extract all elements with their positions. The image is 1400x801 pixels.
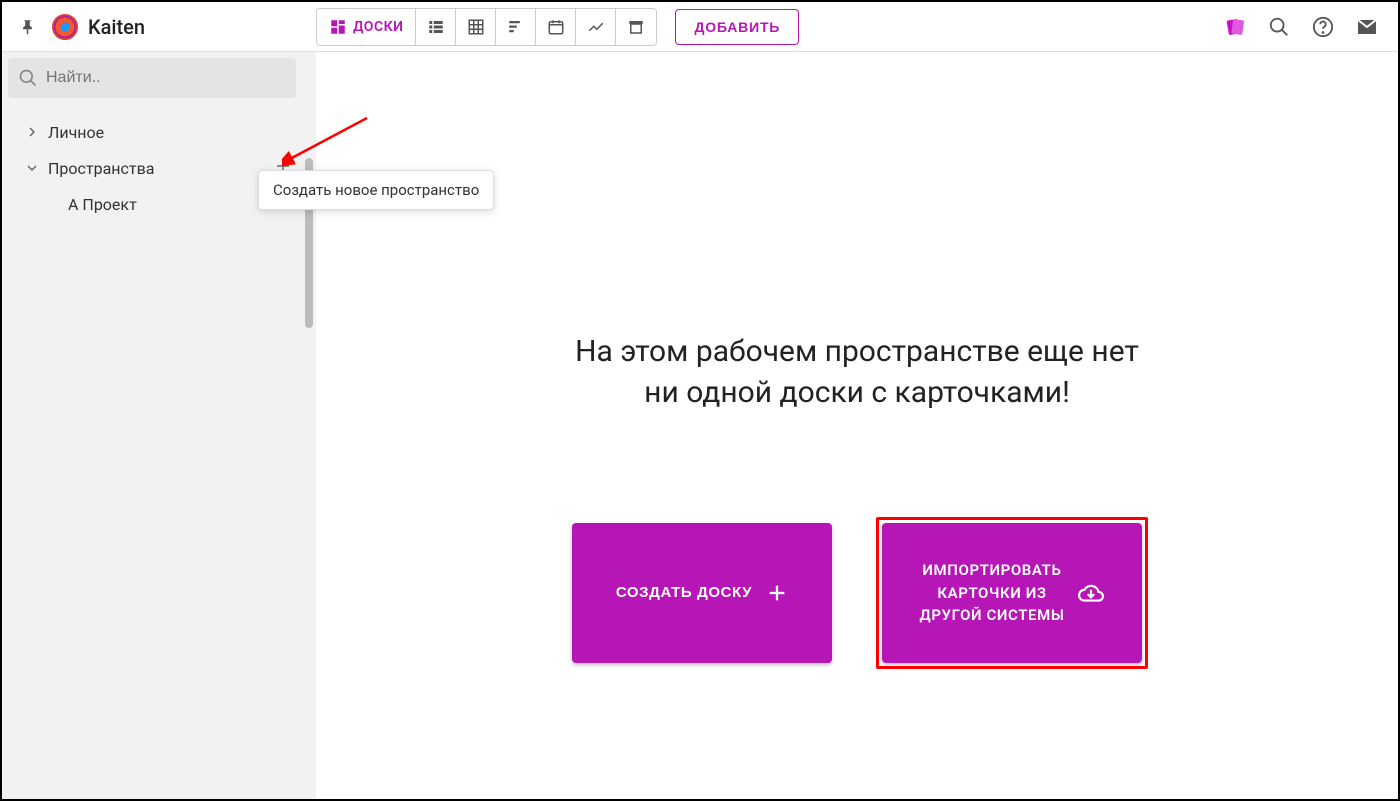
import-cards-label: ИМПОРТИРОВАТЬ КАРТОЧКИ ИЗ ДРУГОЙ СИСТЕМЫ <box>920 559 1065 627</box>
create-board-label: СОЗДАТЬ ДОСКУ <box>616 582 752 605</box>
sidebar-nav: Личное Пространства А Проект <box>2 104 302 222</box>
chevron-down-icon <box>22 162 42 174</box>
view-grid[interactable] <box>456 9 496 45</box>
view-list[interactable] <box>416 9 456 45</box>
logo-icon[interactable] <box>52 14 78 40</box>
sidebar-item-label: Пространства <box>48 159 274 178</box>
main-content: На этом рабочем пространстве еще нет ни … <box>316 52 1398 799</box>
import-cards-button[interactable]: ИМПОРТИРОВАТЬ КАРТОЧКИ ИЗ ДРУГОЙ СИСТЕМЫ <box>882 523 1142 663</box>
view-timeline[interactable] <box>576 9 616 45</box>
cloud-download-icon <box>1078 580 1104 606</box>
sidebar: Личное Пространства А Проект <box>2 52 302 799</box>
sidebar-scrollbar[interactable] <box>302 52 316 799</box>
view-archive[interactable] <box>616 9 656 45</box>
body: Личное Пространства А Проект <box>2 52 1398 799</box>
sidebar-item-label: Личное <box>48 123 292 142</box>
cards-icon[interactable] <box>1222 14 1248 40</box>
topbar-center: ДОСКИ <box>302 8 1222 46</box>
empty-state-actions: СОЗДАТЬ ДОСКУ ИМПОРТИРОВАТЬ КАРТОЧКИ ИЗ … <box>572 523 1142 663</box>
tooltip-create-space: Создать новое пространство <box>258 170 494 210</box>
topbar-left: Kaiten <box>2 14 302 40</box>
view-boards[interactable]: ДОСКИ <box>317 9 416 45</box>
topbar: Kaiten ДОСКИ <box>2 2 1398 52</box>
search-icon <box>18 68 38 88</box>
empty-line1: На этом рабочем пространстве еще нет <box>575 334 1139 369</box>
create-board-button[interactable]: СОЗДАТЬ ДОСКУ <box>572 523 832 663</box>
view-calendar[interactable] <box>536 9 576 45</box>
sidebar-item-label: А Проект <box>68 195 137 214</box>
plus-icon <box>766 582 788 604</box>
search-icon[interactable] <box>1266 14 1292 40</box>
topbar-right <box>1222 14 1398 40</box>
help-icon[interactable] <box>1310 14 1336 40</box>
brand-name: Kaiten <box>88 15 145 39</box>
pin-icon[interactable] <box>16 14 42 40</box>
add-button[interactable]: ДОБАВИТЬ <box>675 9 799 45</box>
view-boards-label: ДОСКИ <box>353 19 403 35</box>
sidebar-item-project-a[interactable]: А Проект <box>2 186 302 222</box>
sidebar-item-personal[interactable]: Личное <box>2 114 302 150</box>
search-input[interactable] <box>46 69 286 87</box>
sidebar-search[interactable] <box>8 58 296 98</box>
chevron-right-icon <box>22 126 42 138</box>
empty-state-title: На этом рабочем пространстве еще нет ни … <box>575 332 1139 413</box>
empty-line2: ни одной доски с карточками! <box>644 375 1070 410</box>
sidebar-item-spaces[interactable]: Пространства <box>2 150 302 186</box>
view-gantt[interactable] <box>496 9 536 45</box>
view-switcher: ДОСКИ <box>316 8 657 46</box>
mail-icon[interactable] <box>1354 14 1380 40</box>
